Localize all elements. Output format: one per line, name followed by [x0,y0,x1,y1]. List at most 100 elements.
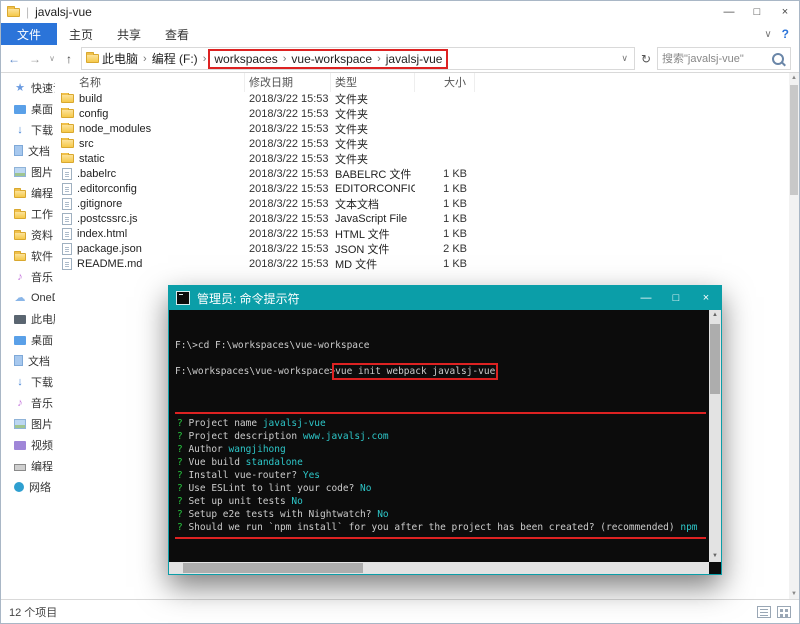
sidebar-item[interactable]: 文档 [1,140,55,161]
download-icon [14,124,26,136]
file-row[interactable]: .babelrc 2018/3/22 15:53 BABELRC 文件 1 KB [55,166,789,181]
scroll-up-icon[interactable]: ▲ [789,73,799,83]
file-list-scrollbar[interactable]: ▲ ▼ [789,73,799,599]
cmd-minimize-button[interactable]: — [631,286,661,310]
file-row[interactable]: package.json 2018/3/22 15:53 JSON 文件 2 KB [55,241,789,256]
console-text: javalsj-vue [262,418,326,429]
ribbon-collapse-icon[interactable]: ∨ [764,29,771,40]
address-dropdown-icon[interactable]: ∨ [618,53,631,64]
file-row[interactable]: src 2018/3/22 15:53 文件夹 [55,136,789,151]
file-name: index.html [77,227,128,240]
cmd-horizontal-scrollbar[interactable] [169,562,709,574]
refresh-icon[interactable]: ↻ [638,52,654,66]
file-row[interactable]: .postcssrc.js 2018/3/22 15:53 JavaScript F… [55,211,789,226]
up-button[interactable]: ↑ [60,52,78,66]
cmd-hscrollbar-thumb[interactable] [183,563,363,573]
ribbon-tabs: 主页 共享 查看 [57,23,201,45]
breadcrumb-item[interactable]: javalsj-vue [383,52,446,66]
file-size: 1 KB [443,182,467,195]
file-menu-button[interactable]: 文件 [1,23,58,45]
scrollbar-thumb[interactable] [790,85,798,195]
sidebar-item[interactable]: 工作 [1,203,55,224]
cmd-scroll-up-icon[interactable]: ▲ [709,310,721,321]
sidebar-item-label: 桌面 [31,334,53,347]
column-header[interactable]: 名称 [59,73,245,92]
console-text: ? [177,444,189,455]
cmd-vertical-scrollbar[interactable]: ▲ ▼ [709,310,721,562]
details-view-button[interactable] [757,605,771,618]
column-header[interactable]: 大小 [415,73,475,92]
sidebar-item[interactable]: 编程 [1,182,55,203]
search-icon[interactable] [772,52,784,65]
minimize-button[interactable]: — [715,1,743,23]
restore-button[interactable]: □ [743,1,771,23]
ribbon-tab[interactable]: 共享 [105,23,153,45]
console-line: ? Project description www.javalsj.com [177,430,704,443]
file-row[interactable]: README.md 2018/3/22 15:53 MD 文件 1 KB [55,256,789,271]
scroll-down-icon[interactable]: ▼ [789,589,799,599]
breadcrumb-separator-icon: › [282,52,287,65]
breadcrumb-item[interactable]: 编程 (F:) [149,50,201,67]
breadcrumb-item[interactable]: workspaces [211,52,280,66]
column-header[interactable]: 修改日期 [245,73,331,92]
sidebar-item[interactable]: 编程 (F:) [1,455,55,476]
file-row[interactable]: index.html 2018/3/22 15:53 HTML 文件 1 KB [55,226,789,241]
sidebar-item[interactable]: 音乐 [1,266,55,287]
console-text: ? [177,496,189,507]
console-text: Use ESLint to lint your code? [188,483,361,494]
breadcrumb-item[interactable]: vue-workspace [288,52,375,66]
sidebar-item[interactable]: 文档 [1,350,55,371]
console-text: F:\workspaces\vue-workspace> [175,366,336,377]
column-header[interactable]: 类型 [331,73,415,92]
sidebar-item[interactable]: 软件 [1,245,55,266]
breadcrumb-separator-icon: › [377,52,381,65]
sidebar-item-label: 图片 [31,166,53,179]
sidebar-item[interactable]: 桌面 [1,329,55,350]
sidebar-item[interactable]: 下载 [1,119,55,140]
breadcrumb-item[interactable]: 此电脑 [99,50,141,67]
sidebar-item[interactable]: 此电脑 [1,308,55,329]
sidebar-item[interactable]: 音乐 [1,392,55,413]
view-buttons [757,605,791,618]
sidebar-item[interactable]: 图片 [1,413,55,434]
sidebar-item-label: 桌面 [31,103,53,116]
file-list: build 2018/3/22 15:53 文件夹 config 2018/3/22 1… [55,91,789,271]
document-icon [14,145,23,156]
cmd-restore-button[interactable]: □ [661,286,691,310]
large-icons-view-button[interactable] [777,605,791,618]
close-button[interactable]: × [771,1,799,23]
sidebar-item[interactable]: 快速访问 [1,77,55,98]
search-input[interactable] [658,52,772,65]
cmd-scroll-down-icon[interactable]: ▼ [709,551,721,562]
sidebar-item[interactable]: OneDrive [1,287,55,308]
file-row[interactable]: build 2018/3/22 15:53 文件夹 [55,91,789,106]
file-row[interactable]: static 2018/3/22 15:53 文件夹 [55,151,789,166]
sidebar-item[interactable]: 桌面 [1,98,55,119]
file-date: 2018/3/22 15:53 [249,152,329,165]
forward-button[interactable]: → [26,52,44,66]
file-icon [62,257,72,270]
sidebar-item[interactable]: 下载 [1,371,55,392]
sidebar-item[interactable]: 图片 [1,161,55,182]
file-row[interactable]: node_modules 2018/3/22 15:53 文件夹 [55,121,789,136]
sidebar-item[interactable]: 网络 [1,476,55,497]
cmd-scrollbar-thumb[interactable] [710,324,720,394]
address-box[interactable]: 此电脑 › 编程 (F:) › workspaces › vue-workspace › jav… [81,47,635,70]
file-date: 2018/3/22 15:53 [249,122,329,135]
cmd-close-button[interactable]: × [691,286,721,310]
file-row[interactable]: config 2018/3/22 15:53 文件夹 [55,106,789,121]
cmd-body[interactable]: F:\>cd F:\workspaces\vue-workspace F:\wo… [169,310,721,574]
ribbon-tab[interactable]: 主页 [57,23,105,45]
sidebar-item[interactable]: 资料 [1,224,55,245]
recent-locations-icon[interactable]: ∨ [47,54,57,63]
file-row[interactable]: .editorconfig 2018/3/22 15:53 EDITORCONFIG… [55,181,789,196]
sidebar-item[interactable]: 视频 [1,434,55,455]
file-name-cell: config [59,107,245,120]
cloud-icon [14,292,26,304]
help-icon[interactable]: ? [782,27,789,41]
file-row[interactable]: .gitignore 2018/3/22 15:53 文本文档 1 KB [55,196,789,211]
ribbon-tab[interactable]: 查看 [153,23,201,45]
cmd-titlebar[interactable]: 管理员: 命令提示符 — □ × [169,286,721,310]
back-button[interactable]: ← [5,52,23,66]
